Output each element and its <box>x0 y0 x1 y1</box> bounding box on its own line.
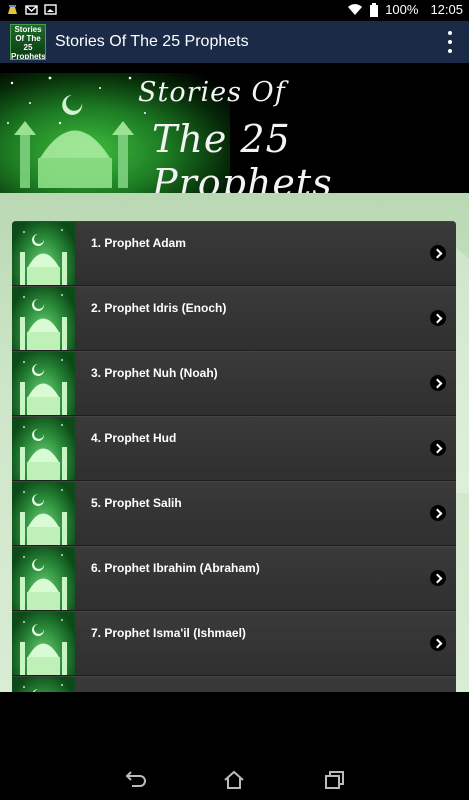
chevron-right-icon[interactable] <box>430 310 446 326</box>
mosque-thumbnail <box>12 547 75 610</box>
list-item-label: 5. Prophet Salih <box>91 496 182 510</box>
battery-percent: 100% <box>385 2 419 17</box>
mosque-thumbnail <box>12 482 75 545</box>
home-icon[interactable] <box>222 768 246 792</box>
list-item[interactable]: 7. Prophet Isma'il (Ishmael) <box>12 611 456 676</box>
list-item[interactable]: 4. Prophet Hud <box>12 416 456 481</box>
mosque-illustration <box>7 76 146 188</box>
bottom-blank <box>0 692 469 760</box>
list-item-label: 6. Prophet Ibrahim (Abraham) <box>91 561 260 575</box>
app-icon[interactable]: Stories Of The 25 Prophets <box>10 24 46 60</box>
chevron-right-icon[interactable] <box>430 440 446 456</box>
mosque-thumbnail <box>12 352 75 415</box>
status-bar: 100% 12:05 <box>0 0 469 21</box>
list-item[interactable]: 3. Prophet Nuh (Noah) <box>12 351 456 416</box>
battery-icon <box>370 2 379 17</box>
list-item[interactable]: 8. Prophet Ishaq (Isaac) <box>12 676 456 692</box>
overflow-menu-icon[interactable] <box>447 31 453 53</box>
banner-title-line2: The 25 Prophets <box>152 117 333 193</box>
chevron-right-icon[interactable] <box>430 570 446 586</box>
chevron-right-icon[interactable] <box>430 375 446 391</box>
list-item-label: 2. Prophet Idris (Enoch) <box>91 301 227 315</box>
image-icon <box>44 4 57 15</box>
mosque-thumbnail <box>12 222 75 285</box>
list-item[interactable]: 2. Prophet Idris (Enoch) <box>12 286 456 351</box>
chevron-right-icon[interactable] <box>430 635 446 651</box>
content-area: 1. Prophet Adam 2. Prophet Idris (Enoch) 3… <box>0 193 469 692</box>
mosque-thumbnail <box>12 287 75 350</box>
list-item[interactable]: 1. Prophet Adam <box>12 221 456 286</box>
header-banner: Stories Of The 25 Prophets <box>0 63 469 193</box>
list-item-label: 7. Prophet Isma'il (Ishmael) <box>91 626 246 640</box>
wifi-icon <box>348 4 363 15</box>
app-title: Stories Of The 25 Prophets <box>55 33 249 50</box>
back-icon[interactable] <box>122 768 146 792</box>
mosque-thumbnail <box>12 612 75 675</box>
notification-icon <box>8 5 17 14</box>
banner-title-line1: Stories Of <box>138 77 286 108</box>
prophet-list: 1. Prophet Adam 2. Prophet Idris (Enoch) 3… <box>12 221 456 692</box>
navigation-bar <box>0 760 469 800</box>
chevron-right-icon[interactable] <box>430 245 446 261</box>
list-item-label: 4. Prophet Hud <box>91 431 177 445</box>
list-item-label: 3. Prophet Nuh (Noah) <box>91 366 218 380</box>
list-item[interactable]: 6. Prophet Ibrahim (Abraham) <box>12 546 456 611</box>
mail-icon <box>25 5 38 15</box>
recents-icon[interactable] <box>322 768 346 792</box>
clock: 12:05 <box>430 2 463 17</box>
mosque-thumbnail <box>12 677 75 692</box>
list-item[interactable]: 5. Prophet Salih <box>12 481 456 546</box>
list-item-label: 1. Prophet Adam <box>91 236 186 250</box>
chevron-right-icon[interactable] <box>430 505 446 521</box>
action-bar: Stories Of The 25 Prophets Stories Of Th… <box>0 21 469 63</box>
mosque-thumbnail <box>12 417 75 480</box>
